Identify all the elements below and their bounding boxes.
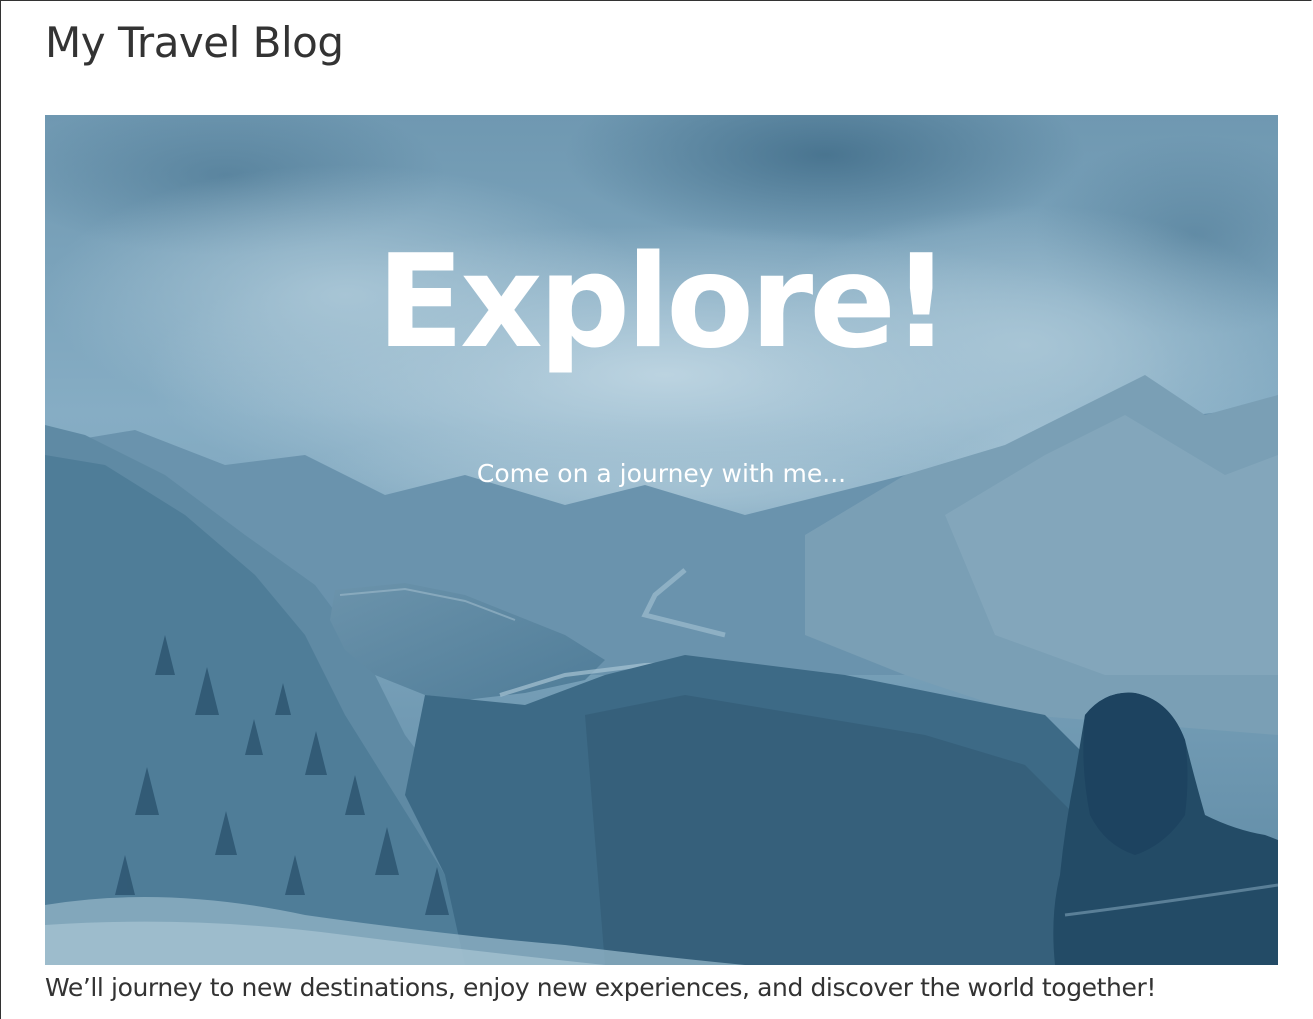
intro-paragraph: We’ll journey to new destinations, enjoy… [45, 973, 1156, 1002]
hero-subheading: Come on a journey with me... [476, 459, 847, 488]
blog-title: My Travel Blog [45, 18, 344, 67]
hero-banner: Explore! Come on a journey with me... [45, 115, 1278, 965]
hero-heading: Explore! [376, 228, 951, 377]
